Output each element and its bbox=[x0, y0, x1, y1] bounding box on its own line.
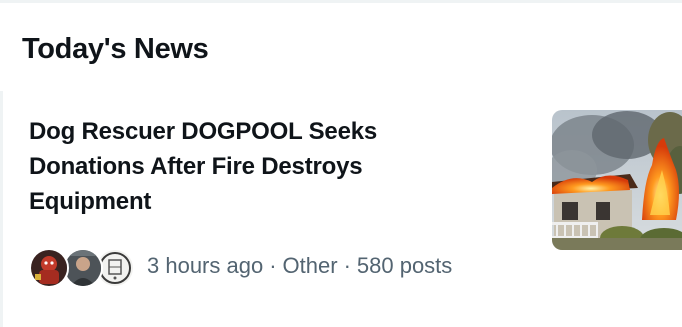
post-time: 3 hours ago bbox=[147, 253, 264, 278]
news-meta: 3 hours ago · Other · 580 posts bbox=[29, 244, 452, 288]
news-thumbnail[interactable] bbox=[552, 110, 682, 250]
avatar bbox=[63, 248, 103, 288]
post-count: 580 posts bbox=[356, 253, 453, 278]
meta-text: 3 hours ago · Other · 580 posts bbox=[147, 253, 452, 279]
avatar-red-character-icon bbox=[31, 250, 67, 286]
news-item[interactable]: Dog Rescuer DOGPOOL Seeks Donations Afte… bbox=[3, 92, 682, 327]
section-title: Today's News bbox=[22, 33, 209, 65]
avatar-group bbox=[29, 246, 135, 288]
meta-separator: · bbox=[269, 253, 277, 278]
meta-separator: · bbox=[343, 253, 351, 278]
avatar-photo-icon bbox=[65, 250, 101, 286]
section-header: Today's News bbox=[0, 3, 682, 87]
house-fire-photo-icon bbox=[552, 110, 682, 250]
avatar bbox=[29, 248, 69, 288]
news-category: Other bbox=[282, 253, 338, 278]
news-headline[interactable]: Dog Rescuer DOGPOOL Seeks Donations Afte… bbox=[29, 114, 479, 219]
